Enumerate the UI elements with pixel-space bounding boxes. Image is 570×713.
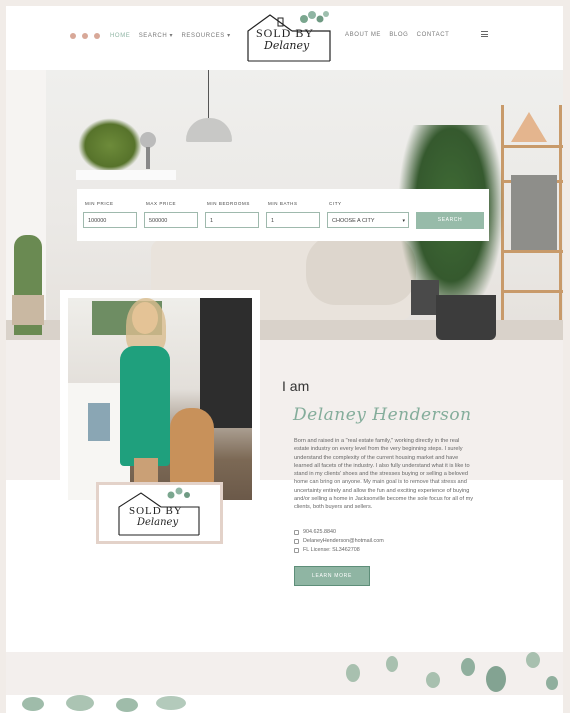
min-baths-label: MIN BATHS — [268, 201, 298, 206]
license-icon — [294, 547, 299, 553]
site-logo[interactable]: SOLD BY Delaney — [242, 9, 337, 67]
min-price-label: MIN PRICE — [85, 201, 114, 206]
logo-line-2: Delaney — [264, 39, 310, 52]
main-nav-right: ABOUT ME BLOG CONTACT — [345, 32, 455, 38]
phone-row: 904.625.8840 — [294, 529, 336, 535]
property-search-bar: MIN PRICE 100000 MAX PRICE 500000 MIN BE… — [77, 189, 489, 241]
city-select-value: CHOOSE A CITY — [332, 218, 375, 224]
eucalyptus-footer — [6, 695, 563, 713]
min-bedrooms-input[interactable]: 1 — [205, 212, 259, 228]
logo-card-line-1: SOLD BY — [129, 505, 183, 517]
min-baths-input[interactable]: 1 — [266, 212, 320, 228]
nav-contact[interactable]: CONTACT — [417, 32, 450, 38]
menu-icon[interactable] — [481, 31, 488, 39]
city-label: CITY — [329, 201, 342, 206]
max-price-input[interactable]: 500000 — [144, 212, 198, 228]
instagram-icon[interactable] — [82, 33, 88, 39]
email-address[interactable]: DelaneyHenderson@hotmail.com — [303, 538, 384, 544]
logo-card-line-2: Delaney — [137, 517, 179, 528]
linkedin-icon[interactable] — [94, 33, 100, 39]
social-links — [70, 33, 100, 39]
phone-icon — [294, 529, 299, 535]
agent-photo — [68, 298, 252, 500]
city-select[interactable]: CHOOSE A CITY ▾ — [327, 212, 409, 228]
mail-icon — [294, 538, 299, 544]
agent-name: Delaney Henderson — [293, 405, 472, 425]
nav-about[interactable]: ABOUT ME — [345, 32, 381, 38]
nav-home[interactable]: HOME — [110, 33, 130, 39]
facebook-icon[interactable] — [70, 33, 76, 39]
license-number: FL License: SL3462708 — [303, 547, 360, 553]
min-price-input[interactable]: 100000 — [83, 212, 137, 228]
license-row: FL License: SL3462708 — [294, 547, 360, 553]
main-nav-left: HOME SEARCH ▾ RESOURCES ▾ — [110, 32, 237, 39]
nav-search[interactable]: SEARCH ▾ — [139, 33, 173, 39]
learn-more-button[interactable]: LEARN MORE — [294, 566, 370, 586]
eucalyptus-banner — [6, 652, 563, 695]
about-intro: I am — [282, 378, 310, 394]
min-bedrooms-label: MIN BEDROOMS — [207, 201, 250, 206]
agent-bio: Born and raised in a "real estate family… — [294, 438, 474, 511]
nav-resources[interactable]: RESOURCES ▾ — [181, 33, 230, 39]
max-price-label: MAX PRICE — [146, 201, 177, 206]
search-button[interactable]: SEARCH — [416, 212, 484, 229]
phone-number[interactable]: 904.625.8840 — [303, 529, 336, 535]
nav-blog[interactable]: BLOG — [389, 32, 408, 38]
logo-card: SOLD BY Delaney — [96, 482, 223, 544]
email-row: DelaneyHenderson@hotmail.com — [294, 538, 384, 544]
chevron-down-icon: ▾ — [402, 218, 405, 224]
